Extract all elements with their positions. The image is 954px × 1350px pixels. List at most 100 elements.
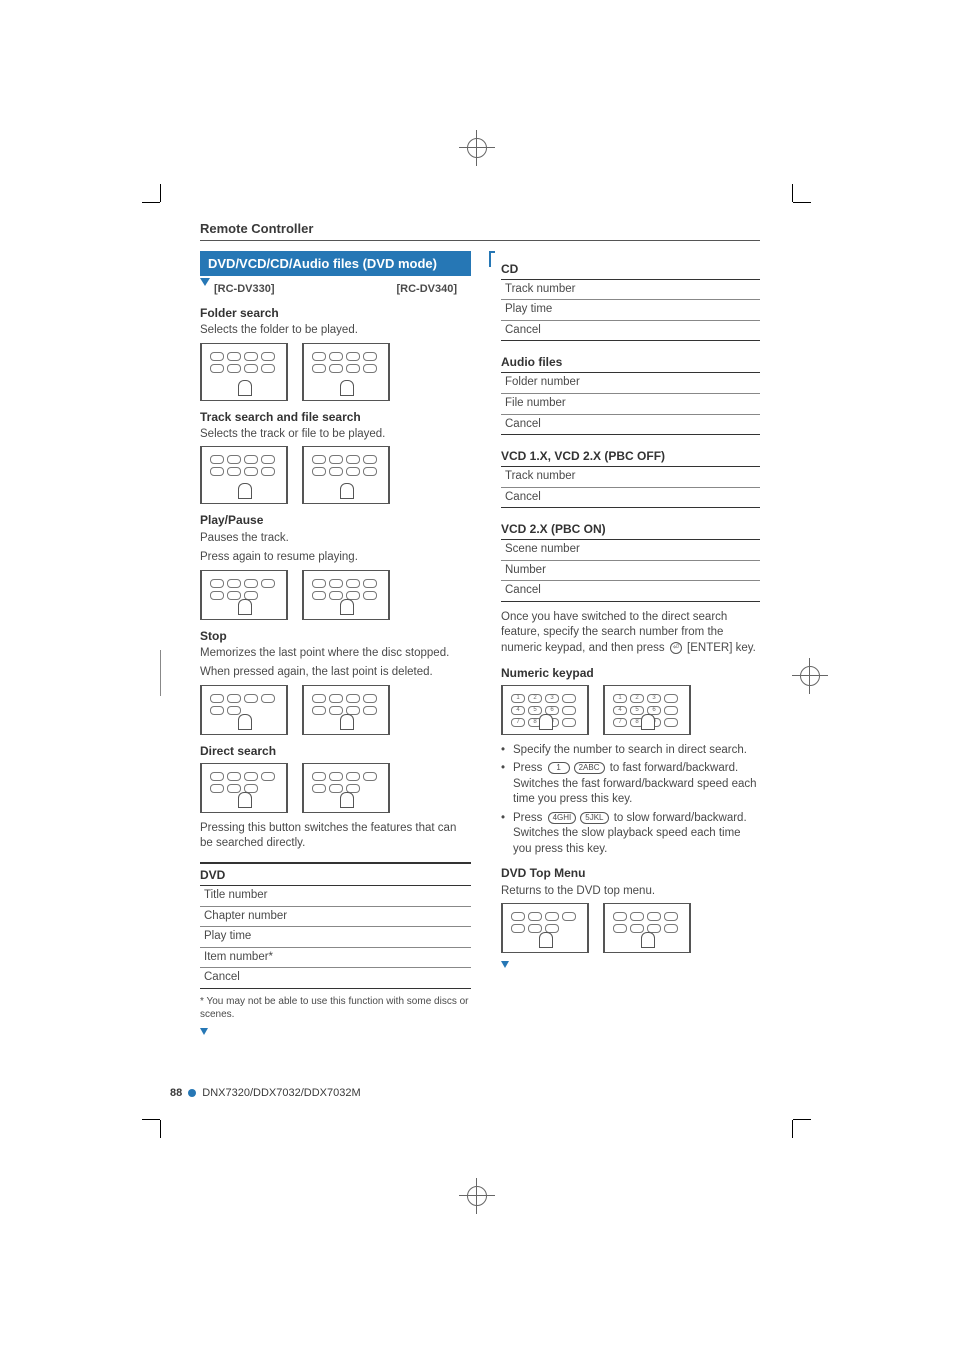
list-item: Specify the number to search in direct s…	[501, 743, 760, 759]
remote-diagram	[302, 446, 390, 504]
hand-icon	[340, 380, 354, 396]
model-row: [RC-DV330] [RC-DV340]	[214, 282, 457, 297]
continued-arrow-icon	[200, 1028, 208, 1035]
registration-mark-top	[459, 130, 495, 166]
dvd-table: Title number Chapter number Play time It…	[200, 885, 471, 989]
table-row: Cancel	[501, 581, 760, 601]
table-row: Cancel	[501, 488, 760, 508]
remote-diagram	[302, 343, 390, 401]
play-pause-l2: Press again to resume playing.	[200, 550, 471, 566]
table-row: File number	[501, 394, 760, 415]
hand-icon	[238, 599, 252, 615]
vcd-on-table: Scene number Number Cancel	[501, 539, 760, 602]
direct-note: Once you have switched to the direct sea…	[501, 610, 760, 657]
stop-l2: When pressed again, the last point is de…	[200, 665, 471, 681]
table-row: Play time	[200, 927, 471, 948]
footer-dot-icon	[188, 1089, 196, 1097]
play-pause-heading: Play/Pause	[200, 512, 471, 528]
vcd-off-subhead: VCD 1.X, VCD 2.X (PBC OFF)	[501, 445, 760, 464]
vcd-off-table: Track number Cancel	[501, 466, 760, 508]
hand-icon	[340, 792, 354, 808]
hand-icon	[238, 483, 252, 499]
list-item: Press 4GHI5JKL to slow forward/backward.…	[501, 811, 760, 858]
table-row: Play time	[501, 300, 760, 321]
stop-l1: Memorizes the last point where the disc …	[200, 646, 471, 662]
cd-table: Track number Play time Cancel	[501, 279, 760, 342]
track-search-heading: Track search and file search	[200, 409, 471, 425]
table-row: Cancel	[501, 321, 760, 341]
accent-mark-icon	[489, 251, 495, 267]
remote-diagram	[200, 343, 288, 401]
key-1-icon: 1	[548, 762, 570, 774]
page-number: 88	[170, 1086, 182, 1101]
model-a: [RC-DV330]	[214, 282, 275, 297]
table-row: Title number	[200, 886, 471, 907]
cd-subhead: CD	[501, 261, 760, 277]
remote-diagram	[603, 903, 691, 953]
key-4-icon: 4GHI	[548, 812, 577, 824]
registration-mark-bottom	[459, 1178, 495, 1214]
remote-diagram	[501, 903, 589, 953]
direct-note-suffix: [ENTER] key.	[684, 642, 756, 654]
mode-heading: DVD/VCD/CD/Audio files (DVD mode)	[200, 251, 471, 277]
table-row: Cancel	[200, 968, 471, 988]
list-item: Press 12ABC to fast forward/backward. Sw…	[501, 761, 760, 808]
hand-icon	[539, 932, 553, 948]
hand-icon	[238, 714, 252, 730]
hand-icon	[641, 932, 655, 948]
remote-diagram	[200, 763, 288, 813]
page-footer: 88 DNX7320/DDX7032/DDX7032M	[170, 1086, 361, 1101]
table-row: Track number	[501, 280, 760, 301]
remote-diagram	[200, 446, 288, 504]
left-column: DVD/VCD/CD/Audio files (DVD mode) [RC-DV…	[200, 251, 471, 1035]
crop-mark	[775, 1102, 793, 1120]
stop-heading: Stop	[200, 628, 471, 644]
folder-search-desc: Selects the folder to be played.	[200, 323, 471, 339]
table-row: Number	[501, 561, 760, 582]
key-2-icon: 2ABC	[574, 762, 605, 774]
registration-mark-right	[792, 658, 828, 694]
continued-arrow-icon	[501, 961, 509, 968]
table-row: Chapter number	[200, 907, 471, 928]
folder-search-heading: Folder search	[200, 305, 471, 321]
audio-table: Folder number File number Cancel	[501, 372, 760, 435]
b3-prefix: Press	[513, 812, 546, 824]
track-search-desc: Selects the track or file to be played.	[200, 427, 471, 443]
numeric-bullets: Specify the number to search in direct s…	[501, 743, 760, 858]
model-b: [RC-DV340]	[396, 282, 457, 297]
hand-icon	[238, 380, 252, 396]
play-pause-l1: Pauses the track.	[200, 531, 471, 547]
hand-icon	[340, 714, 354, 730]
topmenu-desc: Returns to the DVD top menu.	[501, 884, 760, 900]
direct-search-heading: Direct search	[200, 743, 471, 759]
hand-icon	[641, 714, 655, 730]
crop-mark	[775, 202, 793, 220]
hand-icon	[238, 792, 252, 808]
footer-models: DNX7320/DDX7032/DDX7032M	[202, 1086, 360, 1101]
page-body: Remote Controller DVD/VCD/CD/Audio files…	[200, 220, 760, 1035]
table-row: Cancel	[501, 415, 760, 435]
vcd-on-subhead: VCD 2.X (PBC ON)	[501, 518, 760, 537]
hand-icon	[340, 599, 354, 615]
key-5-icon: 5JKL	[580, 812, 608, 824]
b2-prefix: Press	[513, 762, 546, 774]
remote-diagram	[302, 763, 390, 813]
registration-mark-left	[160, 650, 161, 696]
section-title: Remote Controller	[200, 220, 760, 241]
enter-key-icon: ⏎	[670, 642, 682, 654]
hand-icon	[340, 483, 354, 499]
right-column: CD Track number Play time Cancel Audio f…	[489, 251, 760, 1035]
remote-diagram	[302, 570, 390, 620]
table-row: Folder number	[501, 373, 760, 394]
topmenu-heading: DVD Top Menu	[501, 865, 760, 881]
hand-icon	[539, 714, 553, 730]
remote-diagram	[200, 685, 288, 735]
audio-subhead: Audio files	[501, 351, 760, 370]
table-row: Scene number	[501, 540, 760, 561]
crop-mark	[160, 202, 178, 220]
remote-diagram	[302, 685, 390, 735]
dvd-footnote: * You may not be able to use this functi…	[200, 995, 471, 1022]
crop-mark	[160, 1102, 178, 1120]
table-row: Item number*	[200, 948, 471, 969]
remote-diagram	[200, 570, 288, 620]
